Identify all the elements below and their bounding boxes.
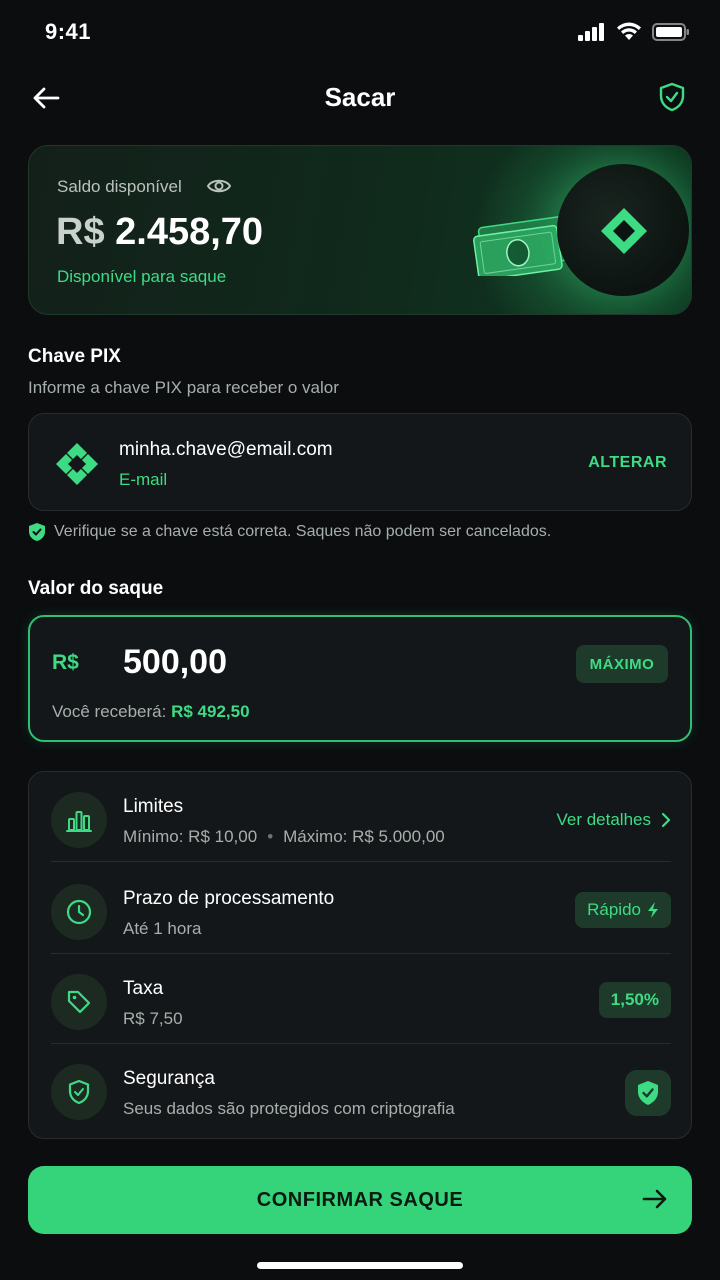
lightning-icon [648,902,658,918]
balance-amount: R$ 2.458,70 [56,211,263,254]
receive-summary: Você receberá: R$ 492,50 [52,702,250,722]
processing-subtitle: Até 1 hora [123,919,202,938]
receive-label: Você receberá: [52,702,167,721]
pix-key-value: minha.chave@email.com [119,439,333,460]
security-button[interactable] [658,82,688,114]
pix-section-title: Chave PIX [28,346,121,367]
amount-section-title: Valor do saque [28,578,164,599]
arrow-right-icon [642,1189,667,1209]
top-nav: Sacar [0,70,720,126]
fee-title: Taxa [123,978,164,999]
pix-warning: Verifique se a chave está correta. Saque… [28,522,551,542]
limits-min: Mínimo: R$ 10,00 [123,827,258,846]
security-icon-wrap [51,1064,107,1120]
security-row: Segurança Seus dados são protegidos com … [29,1044,693,1134]
shield-check-icon [29,523,45,541]
wifi-icon [617,22,641,40]
home-indicator[interactable] [257,1262,463,1269]
view-details-label: Ver detalhes [556,810,651,829]
pix-coin [557,164,689,296]
security-subtitle: Seus dados são protegidos com criptograf… [123,1099,455,1118]
shield-check-icon [638,1081,658,1105]
confirm-withdraw-button[interactable]: CONFIRMAR SAQUE [28,1166,692,1234]
fee-subtitle: R$ 7,50 [123,1009,183,1028]
fee-percent-badge: 1,50% [598,982,671,1018]
pix-logo-icon [56,443,98,485]
balance-value: 2.458,70 [115,211,264,253]
balance-label: Saldo disponível [57,177,182,196]
status-time: 9:41 [45,19,92,44]
shield-icon [68,1079,90,1105]
view-details-link[interactable]: Ver detalhes [556,810,671,830]
max-amount-button[interactable]: MÁXIMO [576,645,668,683]
divider [51,861,671,862]
processing-title: Prazo de processamento [123,888,335,909]
fast-badge-label: Rápido [587,900,641,919]
balance-currency: R$ [56,211,105,253]
limits-max: Máximo: R$ 5.000,00 [283,827,445,846]
signal-icon [578,22,604,41]
info-card: Limites Mínimo: R$ 10,00 • Máximo: R$ 5.00… [28,771,692,1139]
fee-row: Taxa R$ 7,50 1,50% [29,954,693,1044]
limits-icon-wrap [51,792,107,848]
battery-icon [652,22,689,41]
pix-logo-icon [601,208,647,254]
clock-icon [66,899,92,925]
status-icons [578,22,690,41]
chevron-right-icon [661,812,671,828]
warning-text: Verifique se a chave está correta. Saque… [54,523,552,540]
change-key-button[interactable]: ALTERAR [588,454,667,472]
shield-check-icon [659,82,685,112]
balance-card: Saldo disponível R$ 2.458,70 Disponível … [28,145,692,315]
page-title: Sacar [324,82,396,112]
receive-value: R$ 492,50 [171,702,250,721]
pix-key-type: E-mail [119,470,168,489]
status-bar: 9:41 [0,0,720,64]
pix-section-subtitle: Informe a chave PIX para receber o valor [28,378,339,397]
secure-badge [625,1070,671,1116]
amount-input-card[interactable]: R$ 500,00 MÁXIMO Você receberá: R$ 492,5… [28,615,692,742]
balance-subtitle: Disponível para saque [57,267,227,286]
fee-icon-wrap [51,974,107,1030]
eye-icon[interactable] [207,176,231,196]
limits-row: Limites Mínimo: R$ 10,00 • Máximo: R$ 5.00… [29,772,693,862]
confirm-label: CONFIRMAR SAQUE [256,1189,464,1211]
tag-icon [67,990,91,1014]
bar-chart-icon [66,811,92,832]
processing-row: Prazo de processamento Até 1 hora Rápido [29,864,693,954]
security-title: Segurança [123,1068,215,1089]
processing-icon-wrap [51,884,107,940]
limits-title: Limites [123,796,184,817]
limits-subtitle: Mínimo: R$ 10,00 • Máximo: R$ 5.000,00 [123,827,445,847]
separator-dot: • [267,827,274,846]
amount-currency: R$ [52,651,79,674]
fast-badge: Rápido [575,892,671,928]
amount-input[interactable]: 500,00 [123,643,227,682]
pix-key-card[interactable]: minha.chave@email.com E-mail ALTERAR [28,413,692,511]
